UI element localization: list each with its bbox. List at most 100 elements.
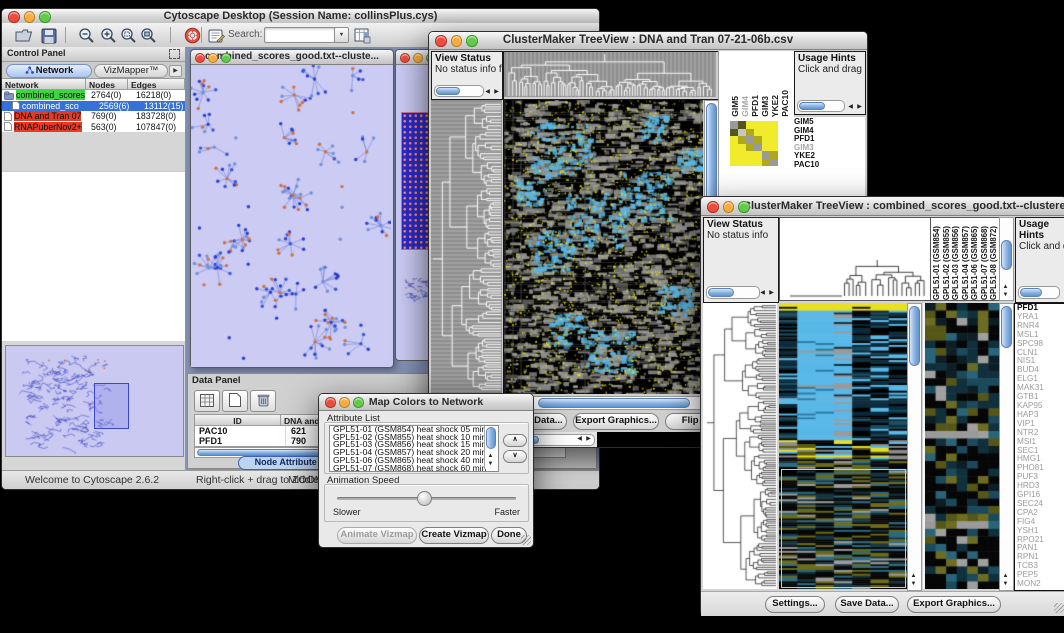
tab-vizmapper[interactable]: VizMapper™ — [94, 64, 168, 78]
column-label[interactable]: GPL51-08 (GSM872) — [989, 226, 998, 300]
scroll-right-icon[interactable]: ▶ — [767, 290, 776, 297]
zoom-window-icon[interactable] — [353, 397, 364, 408]
mini-heatmap-cell[interactable] — [754, 129, 762, 137]
scrollbar-thumb[interactable] — [799, 102, 825, 110]
mini-heatmap-cell[interactable] — [738, 129, 746, 137]
search-input[interactable] — [264, 27, 336, 43]
zoom-window-icon[interactable] — [221, 53, 231, 63]
row-dendrogram[interactable] — [703, 303, 777, 589]
close-icon[interactable] — [325, 397, 336, 408]
column-label[interactable]: GIM3 — [761, 96, 770, 117]
view-status-scrollbar[interactable] — [434, 85, 484, 97]
scroll-up-icon[interactable]: ▲ — [909, 573, 918, 580]
row-dendrogram[interactable] — [431, 100, 502, 394]
search-dropdown-icon[interactable]: ▼ — [334, 27, 349, 43]
column-label[interactable]: GPL51-04 (GSM857) — [961, 226, 970, 300]
scrollbar-thumb[interactable] — [538, 398, 690, 408]
mini-heatmap-cell[interactable] — [762, 121, 770, 129]
column-label[interactable]: GPL51-03 (GSM856) — [951, 226, 960, 300]
mini-heatmap-cell[interactable] — [730, 144, 738, 152]
resize-grip[interactable] — [1054, 603, 1064, 613]
mini-heatmap-cell[interactable] — [730, 121, 738, 129]
column-label[interactable]: PFD1 — [751, 95, 760, 117]
animation-speed-slider-thumb[interactable] — [417, 491, 432, 506]
open-folder-icon[interactable] — [14, 26, 34, 45]
help-lifering-icon[interactable] — [182, 26, 202, 45]
mini-heatmap-cell[interactable] — [730, 129, 738, 137]
close-icon[interactable] — [707, 201, 719, 213]
mini-heatmap-cell[interactable] — [770, 159, 778, 167]
heatmap-vscrollbar[interactable]: ▲ ▼ — [907, 303, 922, 591]
mini-heatmap-cell[interactable] — [746, 136, 754, 144]
mini-heatmap-cell[interactable] — [730, 151, 738, 159]
minimize-icon[interactable] — [208, 53, 218, 63]
mini-heatmap-cell[interactable] — [754, 144, 762, 152]
mini-heatmap-cell[interactable] — [738, 151, 746, 159]
attribute-list-scrollbar[interactable]: ▲ ▼ — [484, 426, 497, 469]
minimize-icon[interactable] — [24, 11, 36, 23]
birdseye-view[interactable] — [5, 345, 184, 457]
scrollbar-thumb[interactable] — [708, 288, 734, 297]
move-up-button[interactable]: ∧ — [503, 434, 527, 447]
create-vizmap-button[interactable]: Create Vizmap — [419, 527, 489, 544]
row-label[interactable]: PAC10 — [794, 161, 860, 170]
treeview-combined-titlebar[interactable]: ClusterMaker TreeView : combined_scores_… — [701, 197, 1064, 216]
mini-heatmap-cell[interactable] — [738, 159, 746, 167]
mini-heatmap-cell[interactable] — [746, 129, 754, 137]
tab-overflow-icon[interactable]: ▶ — [169, 65, 182, 77]
zoom-fit-icon[interactable] — [138, 26, 158, 45]
mini-heatmap-cell[interactable] — [770, 151, 778, 159]
close-icon[interactable] — [8, 11, 20, 23]
export-graphics-button[interactable]: Export Graphics... — [573, 413, 659, 430]
usage-hints-scrollbar[interactable] — [1018, 286, 1060, 299]
zoom-vscrollbar[interactable]: ▲ ▼ — [999, 303, 1014, 591]
mini-heatmap-cell[interactable] — [762, 129, 770, 137]
tab-network[interactable]: Network — [6, 64, 92, 78]
gene-label-list[interactable]: PFD1YRA1RNR4MSL1SPC98CLN1NIS1BUD4ELG1MAK… — [1014, 303, 1064, 591]
treeview-dna-titlebar[interactable]: ClusterMaker TreeView : DNA and Tran 07-… — [429, 32, 867, 50]
resize-grip[interactable] — [521, 535, 531, 545]
network-table-row[interactable]: combined_scores2764(0)16218(0) — [2, 90, 185, 101]
heatmap-main[interactable] — [503, 100, 704, 394]
scroll-right-icon[interactable]: ▶ — [492, 89, 501, 96]
mini-correlation-heatmap[interactable] — [730, 121, 778, 166]
scroll-down-icon[interactable]: ▼ — [909, 581, 918, 588]
scroll-down-icon[interactable]: ▼ — [1001, 292, 1010, 299]
delete-attribute-trash-icon[interactable] — [250, 390, 276, 412]
column-label[interactable]: GPL51-02 (GSM855) — [942, 226, 951, 300]
col-header-nodes[interactable]: Nodes — [86, 79, 128, 90]
usage-hints-scrollbar[interactable] — [797, 100, 845, 112]
zoom-out-icon[interactable] — [76, 26, 96, 45]
scroll-down-icon[interactable]: ▼ — [1001, 581, 1010, 588]
close-icon[interactable] — [435, 35, 447, 47]
column-label[interactable]: GPL51-01 (GSM854) — [932, 226, 941, 300]
mini-heatmap-cell[interactable] — [754, 151, 762, 159]
mini-heatmap-cell[interactable] — [738, 136, 746, 144]
scrollbar-thumb[interactable] — [1020, 288, 1042, 297]
minimize-icon[interactable] — [723, 201, 735, 213]
network-table-row[interactable]: RNAPuberNov2+563(0)107847(0) — [2, 122, 185, 133]
heatmap-selection-rect[interactable] — [781, 469, 906, 588]
mini-heatmap-cell[interactable] — [754, 159, 762, 167]
scrollbar-thumb[interactable] — [486, 427, 496, 449]
zoom-in-icon[interactable] — [98, 26, 118, 45]
mini-heatmap-cell[interactable] — [762, 144, 770, 152]
new-attribute-icon[interactable] — [222, 390, 248, 412]
mini-heatmap-cell[interactable] — [770, 136, 778, 144]
heatmap-main[interactable] — [779, 303, 907, 589]
settings-button[interactable]: Settings... — [765, 596, 825, 613]
network-view-titlebar[interactable]: combined_scores_good.txt--cluste... — [191, 50, 393, 65]
mini-heatmap-cell[interactable] — [738, 144, 746, 152]
column-labels-vscrollbar[interactable]: ▲ ▼ — [999, 217, 1014, 301]
mini-heatmap-cell[interactable] — [738, 121, 746, 129]
column-label[interactable]: GIM5 — [731, 96, 740, 117]
minimize-icon[interactable] — [451, 35, 463, 47]
scroll-up-icon[interactable]: ▲ — [486, 453, 495, 460]
move-down-button[interactable]: ∨ — [503, 450, 527, 463]
network-table-row[interactable]: DNA and Tran 07769(0)183728(0) — [2, 111, 185, 122]
scroll-down-icon[interactable]: ▼ — [486, 461, 495, 468]
scrollbar-thumb[interactable] — [1001, 306, 1012, 348]
mini-heatmap-cell[interactable] — [746, 144, 754, 152]
column-label[interactable]: YKE2 — [771, 95, 780, 117]
scroll-left-icon[interactable]: ◀ — [758, 290, 767, 297]
